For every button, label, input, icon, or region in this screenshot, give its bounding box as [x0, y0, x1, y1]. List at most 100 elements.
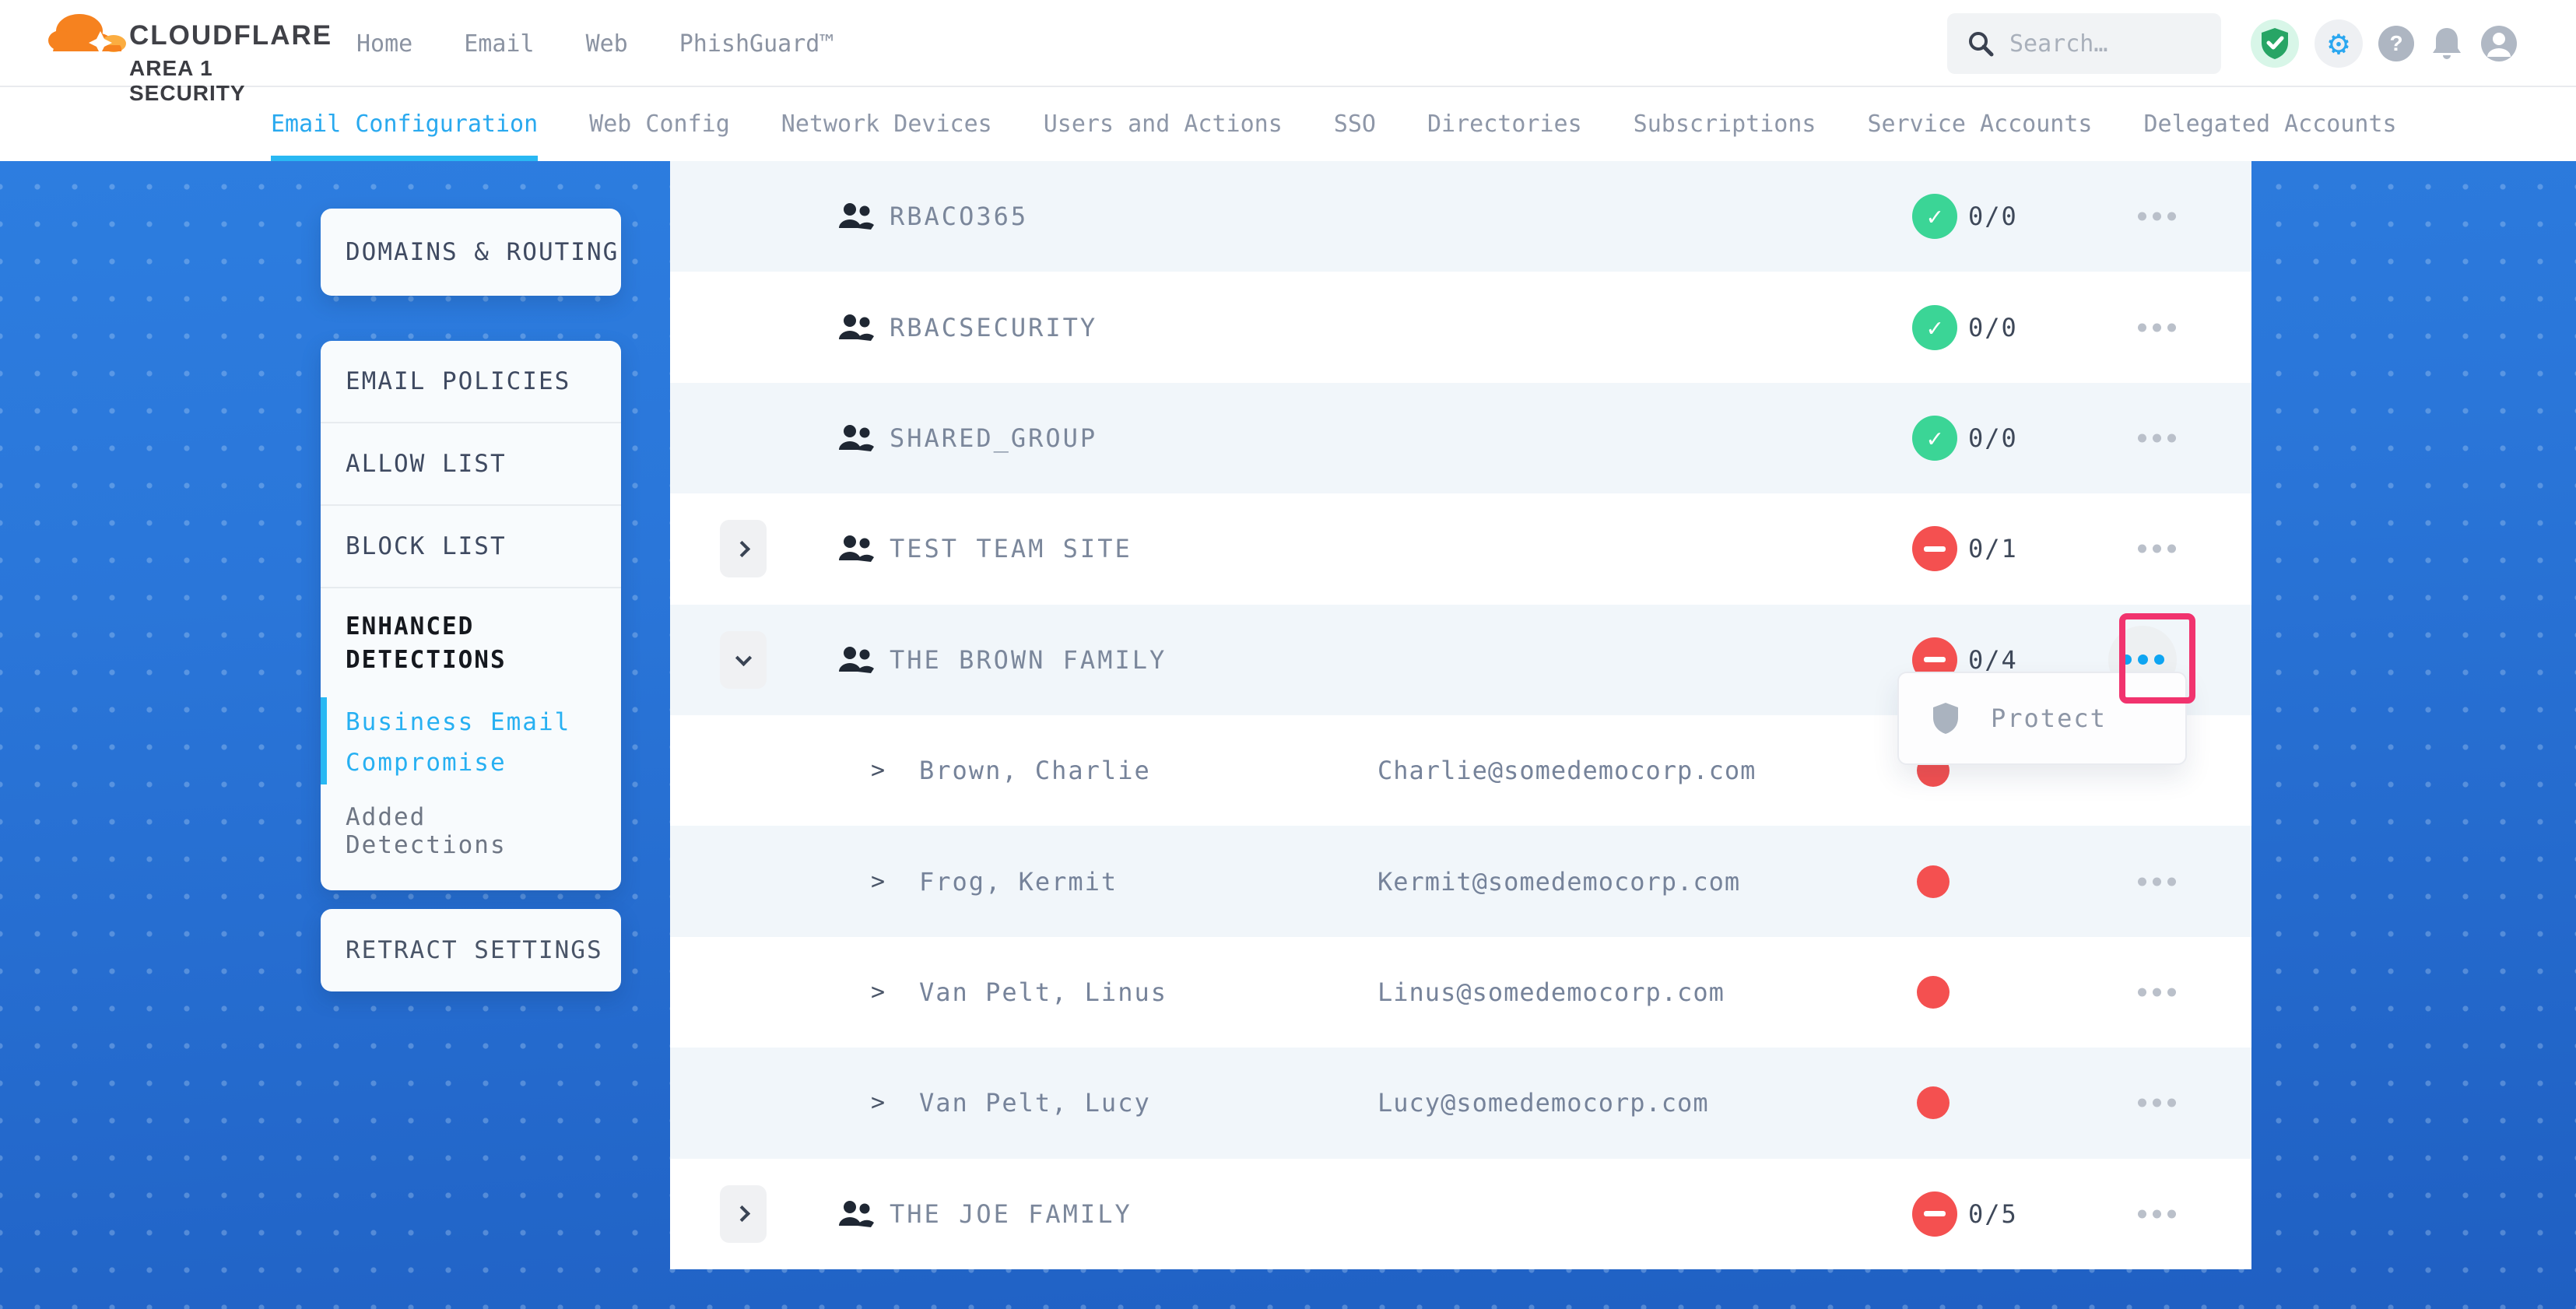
sidebar-item-enhanced-detections[interactable]: ENHANCED DETECTIONS [346, 610, 596, 677]
group-icon [837, 423, 875, 453]
member-email: Charlie@somedemocorp.com [1377, 756, 1756, 785]
row-actions-button[interactable] [2138, 988, 2176, 996]
row-actions-button[interactable] [2138, 323, 2176, 332]
status-badge-ok: ✓ [1912, 194, 1957, 239]
settings-button[interactable]: ⚙ [2315, 19, 2363, 68]
member-name: Van Pelt, Lucy [919, 1088, 1151, 1118]
sidebar-item-block-list[interactable]: BLOCK LIST [321, 506, 621, 587]
groups-table: RBACO365 ✓ 0/0 RBACSECURITY ✓ 0/0 SHARED… [670, 161, 2251, 1269]
section-tabbar: Email Configuration Web Config Network D… [0, 87, 2576, 161]
member-email: Lucy@somedemocorp.com [1377, 1088, 1709, 1118]
tab-directories[interactable]: Directories [1427, 87, 1582, 161]
minus-icon [1924, 1211, 1946, 1216]
status-badge-alert [1912, 526, 1957, 571]
minus-icon [1924, 657, 1946, 662]
protected-count: 0/0 [1968, 423, 2018, 453]
group-name: RBACSECURITY [890, 313, 1097, 342]
group-name: THE BROWN FAMILY [890, 645, 1167, 675]
tab-web-config[interactable]: Web Config [589, 87, 730, 161]
expand-row-button[interactable] [720, 1185, 767, 1243]
table-row-group[interactable]: THE JOE FAMILY 0/5 [670, 1159, 2251, 1269]
tab-users-and-actions[interactable]: Users and Actions [1044, 87, 1283, 161]
search-icon [1967, 30, 1994, 57]
tab-subscriptions[interactable]: Subscriptions [1634, 87, 1816, 161]
member-email: Kermit@somedemocorp.com [1377, 867, 1740, 897]
sidebar-item-added-detections[interactable]: Added Detections [346, 803, 596, 859]
top-nav-web[interactable]: Web [586, 30, 628, 58]
sidebar-policies-card: EMAIL POLICIES ALLOW LIST BLOCK LIST ENH… [321, 341, 621, 890]
annotation-highlight [2119, 613, 2195, 704]
table-row-group[interactable]: RBACO365 ✓ 0/0 [670, 161, 2251, 272]
member-arrow-icon: > [871, 1090, 885, 1117]
status-badge-ok: ✓ [1912, 305, 1957, 350]
cloudflare-cloud-icon [45, 8, 129, 54]
table-row-member[interactable]: > Van Pelt, Lucy Lucy@somedemocorp.com [670, 1048, 2251, 1158]
search-box[interactable] [1947, 13, 2221, 74]
help-icon: ? [2378, 26, 2414, 61]
table-row-group[interactable]: SHARED_GROUP ✓ 0/0 [670, 383, 2251, 493]
table-row-group[interactable]: TEST TEAM SITE 0/1 [670, 493, 2251, 604]
sidebar-item-retract-settings[interactable]: RETRACT SETTINGS [321, 909, 621, 991]
notifications-button[interactable] [2430, 25, 2464, 62]
group-icon [837, 645, 875, 675]
gear-icon: ⚙ [2329, 26, 2350, 61]
group-icon [837, 1199, 875, 1229]
tab-network-devices[interactable]: Network Devices [781, 87, 992, 161]
tab-delegated-accounts[interactable]: Delegated Accounts [2143, 87, 2396, 161]
top-nav: Home Email Web PhishGuard™ [356, 0, 834, 87]
top-nav-phishguard[interactable]: PhishGuard™ [679, 30, 834, 58]
tab-service-accounts[interactable]: Service Accounts [1867, 87, 2092, 161]
security-status-button[interactable] [2251, 19, 2299, 68]
member-name: Brown, Charlie [919, 756, 1151, 785]
collapse-row-button[interactable] [720, 631, 767, 689]
tab-sso[interactable]: SSO [1334, 87, 1376, 161]
top-nav-email[interactable]: Email [464, 30, 534, 58]
sidebar-item-domains-routing[interactable]: DOMAINS & ROUTING [321, 209, 621, 296]
row-actions-button[interactable] [2138, 1209, 2176, 1218]
protected-count: 0/5 [1968, 1199, 2018, 1229]
logo-subtitle: AREA 1 SECURITY [129, 56, 332, 106]
sidebar-item-allow-list[interactable]: ALLOW LIST [321, 423, 621, 504]
minus-icon [1924, 546, 1946, 552]
table-row-member[interactable]: > Frog, Kermit Kermit@somedemocorp.com [670, 826, 2251, 936]
chevron-down-icon [735, 650, 751, 666]
row-actions-button[interactable] [2138, 1099, 2176, 1107]
top-header: CLOUDFLARE AREA 1 SECURITY Home Email We… [0, 0, 2576, 87]
active-item-indicator [321, 697, 327, 784]
group-icon [837, 202, 875, 231]
account-button[interactable] [2479, 24, 2518, 63]
group-icon [837, 313, 875, 342]
group-name: THE JOE FAMILY [890, 1199, 1132, 1229]
member-name: Van Pelt, Linus [919, 977, 1167, 1007]
expand-row-button[interactable] [720, 520, 767, 577]
protected-count: 0/0 [1968, 202, 2018, 231]
sidebar-item-business-email-compromise[interactable]: Business Email Compromise [346, 702, 596, 783]
unprotected-dot [1917, 1086, 1950, 1119]
chevron-right-icon [733, 541, 749, 557]
row-actions-button[interactable] [2138, 433, 2176, 442]
cloudflare-logo[interactable]: CLOUDFLARE AREA 1 SECURITY [45, 3, 310, 84]
protected-count: 0/1 [1968, 534, 2018, 563]
member-arrow-icon: > [871, 868, 885, 895]
member-name: Frog, Kermit [919, 867, 1118, 897]
protected-count: 0/0 [1968, 313, 2018, 342]
table-row-member[interactable]: > Van Pelt, Linus Linus@somedemocorp.com [670, 937, 2251, 1048]
menu-item-protect[interactable]: Protect [1991, 704, 2107, 733]
user-icon [2479, 24, 2518, 63]
sidebar-item-email-policies[interactable]: EMAIL POLICIES [321, 341, 621, 422]
chevron-right-icon [733, 1205, 749, 1222]
unprotected-dot [1917, 865, 1950, 898]
help-button[interactable]: ? [2378, 26, 2414, 61]
search-input[interactable] [2009, 30, 2196, 58]
top-nav-home[interactable]: Home [356, 30, 412, 58]
header-icons: ⚙ ? [2251, 0, 2518, 87]
row-actions-button[interactable] [2138, 877, 2176, 886]
group-name: SHARED_GROUP [890, 423, 1097, 453]
shield-check-icon [2260, 27, 2290, 60]
row-actions-button[interactable] [2138, 545, 2176, 553]
row-actions-button[interactable] [2138, 212, 2176, 221]
table-row-group[interactable]: RBACSECURITY ✓ 0/0 [670, 272, 2251, 382]
group-name: RBACO365 [890, 202, 1028, 231]
status-badge-alert [1912, 1191, 1957, 1237]
member-arrow-icon: > [871, 978, 885, 1005]
